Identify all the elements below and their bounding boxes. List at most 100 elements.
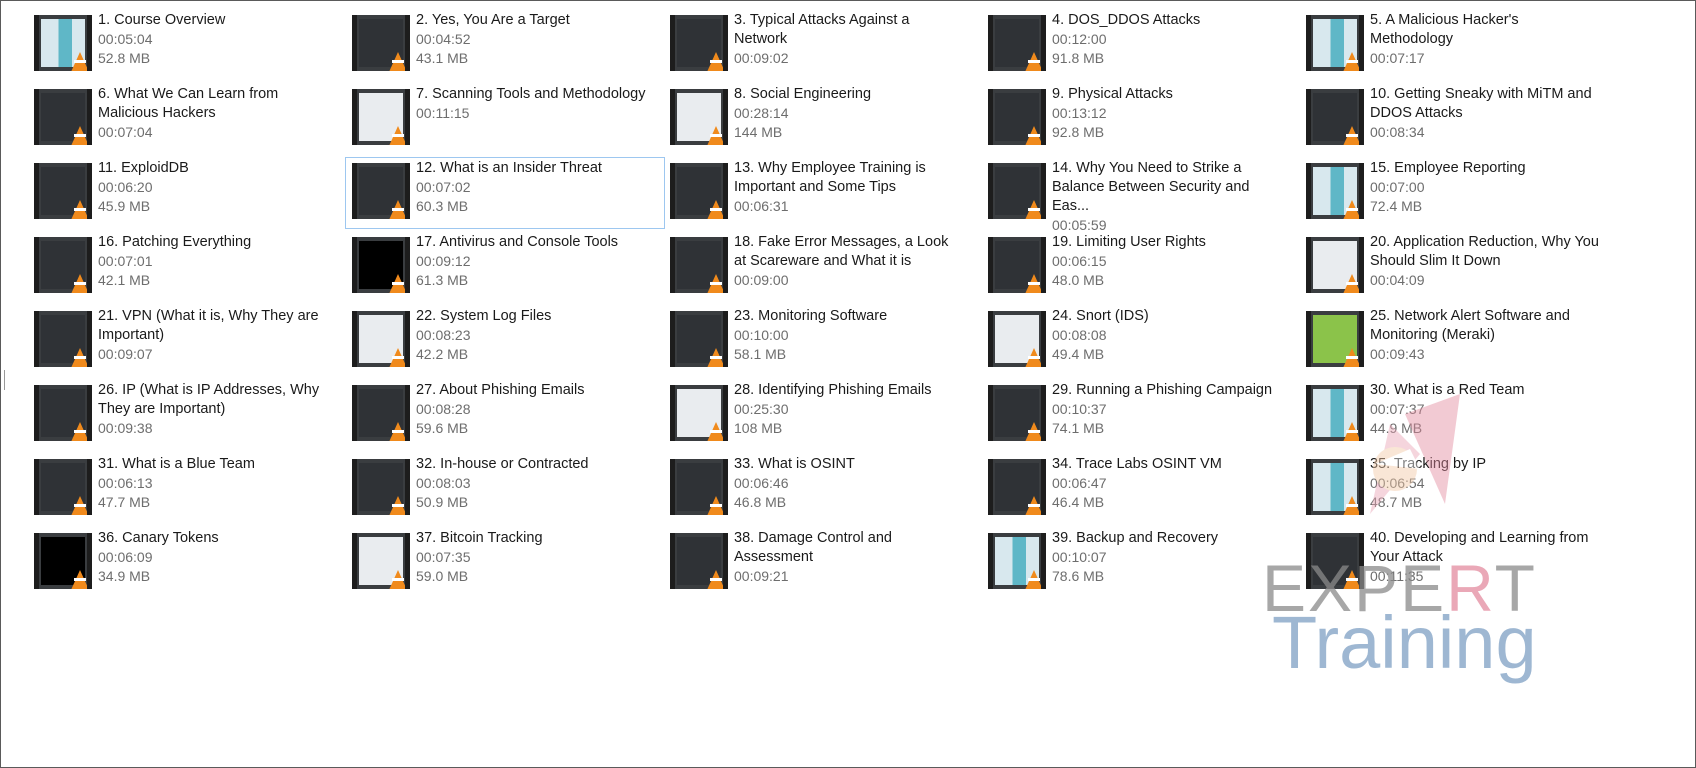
file-name: 20. Application Reduction, Why You Shoul…: [1370, 234, 1599, 269]
video-thumbnail: [670, 163, 728, 219]
file-name: 24. Snort (IDS): [1052, 308, 1149, 324]
vlc-cone-icon: [389, 200, 405, 219]
video-thumbnail: [988, 15, 1046, 71]
file-name: 21. VPN (What it is, Why They are Import…: [98, 308, 319, 343]
file-details: 25. Network Alert Software and Monitorin…: [1370, 307, 1600, 364]
file-duration: 00:06:15: [1052, 253, 1107, 269]
file-duration: 00:04:09: [1370, 272, 1425, 288]
vlc-cone-icon: [707, 348, 723, 367]
window-edge-handle[interactable]: [4, 370, 8, 390]
video-file-item[interactable]: 15. Employee Reporting 00:07:00 72.4 MB: [1306, 158, 1620, 228]
file-name: 4. DOS_DDOS Attacks: [1052, 12, 1201, 28]
video-thumbnail: [352, 459, 410, 515]
vlc-cone-icon: [1025, 52, 1041, 71]
file-details: 22. System Log Files 00:08:23 42.2 MB: [416, 307, 646, 364]
file-name: 11. ExploidDB: [98, 160, 189, 176]
video-file-item[interactable]: 24. Snort (IDS) 00:08:08 49.4 MB: [988, 306, 1302, 376]
video-file-item[interactable]: 13. Why Employee Training is Important a…: [670, 158, 984, 228]
video-file-item[interactable]: 37. Bitcoin Tracking 00:07:35 59.0 MB: [352, 528, 666, 598]
video-file-item[interactable]: 9. Physical Attacks 00:13:12 92.8 MB: [988, 84, 1302, 154]
video-file-item[interactable]: 23. Monitoring Software 00:10:00 58.1 MB: [670, 306, 984, 376]
file-name: 2. Yes, You Are a Target: [416, 12, 570, 28]
video-file-item[interactable]: 18. Fake Error Messages, a Look at Scare…: [670, 232, 984, 302]
video-file-item[interactable]: 29. Running a Phishing Campaign 00:10:37 7…: [988, 380, 1302, 450]
video-file-item[interactable]: 5. A Malicious Hacker's Methodology 00:07…: [1306, 10, 1620, 80]
file-duration: 00:28:14: [734, 105, 789, 121]
video-file-item[interactable]: 7. Scanning Tools and Methodology 00:11:1…: [352, 84, 666, 154]
file-size: 58.1 MB: [734, 346, 787, 362]
file-details: 16. Patching Everything 00:07:01 42.1 MB: [98, 233, 328, 290]
video-file-item[interactable]: 39. Backup and Recovery 00:10:07 78.6 MB: [988, 528, 1302, 598]
video-thumbnail: [988, 385, 1046, 441]
video-file-item[interactable]: 11. ExploidDB 00:06:20 45.9 MB: [34, 158, 348, 228]
video-file-item[interactable]: 25. Network Alert Software and Monitorin…: [1306, 306, 1620, 376]
file-duration: 00:07:01: [98, 253, 153, 269]
video-file-item[interactable]: 21. VPN (What it is, Why They are Import…: [34, 306, 348, 376]
video-file-item[interactable]: 31. What is a Blue Team 00:06:13 47.7 MB: [34, 454, 348, 524]
file-name: 39. Backup and Recovery: [1052, 530, 1219, 546]
video-file-item[interactable]: 8. Social Engineering 00:28:14 144 MB: [670, 84, 984, 154]
video-file-item[interactable]: 34. Trace Labs OSINT VM 00:06:47 46.4 MB: [988, 454, 1302, 524]
video-file-item[interactable]: 32. In-house or Contracted 00:08:03 50.9 M…: [352, 454, 666, 524]
video-thumbnail: [352, 237, 410, 293]
file-duration: 00:07:02: [416, 179, 471, 195]
vlc-cone-icon: [1343, 200, 1359, 219]
file-name: 17. Antivirus and Console Tools: [416, 234, 619, 250]
video-file-item[interactable]: 17. Antivirus and Console Tools 00:09:12 6…: [352, 232, 666, 302]
file-duration: 00:07:04: [98, 124, 153, 140]
file-details: 7. Scanning Tools and Methodology 00:11:1…: [416, 85, 646, 123]
vlc-cone-icon: [1025, 348, 1041, 367]
video-file-item[interactable]: 1. Course Overview 00:05:04 52.8 MB: [34, 10, 348, 80]
video-file-item[interactable]: 6. What We Can Learn from Malicious Hack…: [34, 84, 348, 154]
vlc-cone-icon: [707, 52, 723, 71]
video-file-item[interactable]: 16. Patching Everything 00:07:01 42.1 MB: [34, 232, 348, 302]
vlc-cone-icon: [1343, 52, 1359, 71]
video-thumbnail: [670, 459, 728, 515]
file-details: 34. Trace Labs OSINT VM 00:06:47 46.4 MB: [1052, 455, 1282, 512]
video-file-item[interactable]: 27. About Phishing Emails 00:08:28 59.6 MB: [352, 380, 666, 450]
video-file-item[interactable]: 20. Application Reduction, Why You Shoul…: [1306, 232, 1620, 302]
video-file-item[interactable]: 26. IP (What is IP Addresses, Why They a…: [34, 380, 348, 450]
video-file-item[interactable]: 33. What is OSINT 00:06:46 46.8 MB: [670, 454, 984, 524]
file-size: 43.1 MB: [416, 50, 469, 66]
file-size: 49.4 MB: [1052, 346, 1105, 362]
file-duration: 00:09:38: [98, 420, 153, 436]
video-file-item[interactable]: 10. Getting Sneaky with MiTM and DDOS At…: [1306, 84, 1620, 154]
file-details: 29. Running a Phishing Campaign 00:10:37 7…: [1052, 381, 1282, 438]
video-file-item[interactable]: 2. Yes, You Are a Target 00:04:52 43.1 MB: [352, 10, 666, 80]
video-file-item[interactable]: 19. Limiting User Rights 00:06:15 48.0 MB: [988, 232, 1302, 302]
video-file-item[interactable]: 28. Identifying Phishing Emails 00:25:30 1…: [670, 380, 984, 450]
file-size: 72.4 MB: [1370, 198, 1423, 214]
video-thumbnail: [1306, 163, 1364, 219]
video-file-item[interactable]: 22. System Log Files 00:08:23 42.2 MB: [352, 306, 666, 376]
video-thumbnail: [34, 459, 92, 515]
file-details: 23. Monitoring Software 00:10:00 58.1 MB: [734, 307, 964, 364]
file-name: 25. Network Alert Software and Monitorin…: [1370, 308, 1570, 343]
video-thumbnail: [352, 311, 410, 367]
file-details: 28. Identifying Phishing Emails 00:25:30 1…: [734, 381, 964, 438]
vlc-cone-icon: [707, 422, 723, 441]
file-name: 3. Typical Attacks Against a Network: [734, 12, 910, 47]
video-file-item[interactable]: 3. Typical Attacks Against a Network 00:0…: [670, 10, 984, 80]
file-name: 33. What is OSINT: [734, 456, 855, 472]
video-file-item[interactable]: 12. What is an Insider Threat 00:07:02 60.…: [345, 157, 665, 229]
vlc-cone-icon: [1025, 274, 1041, 293]
file-size: 60.3 MB: [416, 198, 469, 214]
file-size: 47.7 MB: [98, 494, 151, 510]
file-name: 5. A Malicious Hacker's Methodology: [1370, 12, 1519, 47]
video-file-item[interactable]: 38. Damage Control and Assessment 00:09:2…: [670, 528, 984, 598]
file-details: 33. What is OSINT 00:06:46 46.8 MB: [734, 455, 964, 512]
file-name: 34. Trace Labs OSINT VM: [1052, 456, 1222, 472]
file-name: 9. Physical Attacks: [1052, 86, 1173, 102]
file-details: 12. What is an Insider Threat 00:07:02 60.…: [416, 159, 646, 216]
video-thumbnail: [34, 533, 92, 589]
video-thumbnail: [1306, 311, 1364, 367]
file-name: 37. Bitcoin Tracking: [416, 530, 543, 546]
video-file-item[interactable]: 36. Canary Tokens 00:06:09 34.9 MB: [34, 528, 348, 598]
file-size: 59.0 MB: [416, 568, 469, 584]
vlc-cone-icon: [1025, 422, 1041, 441]
video-file-item[interactable]: 14. Why You Need to Strike a Balance Bet…: [988, 158, 1302, 233]
file-duration: 00:07:17: [1370, 50, 1425, 66]
video-file-item[interactable]: 4. DOS_DDOS Attacks 00:12:00 91.8 MB: [988, 10, 1302, 80]
video-thumbnail: [352, 15, 410, 71]
